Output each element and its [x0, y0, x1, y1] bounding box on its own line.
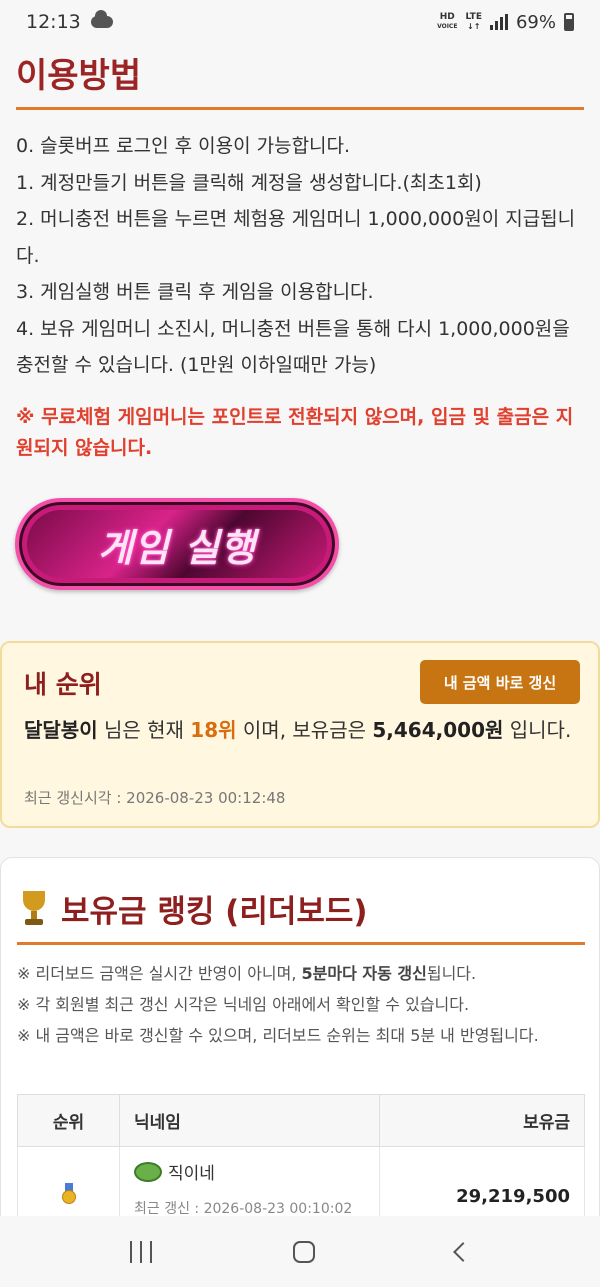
- rank-text-part: 님은 현재: [97, 718, 191, 742]
- leaderboard-note: ※ 리더보드 금액은 실시간 반영이 아니며, 5분마다 자동 갱신됩니다.: [17, 958, 585, 989]
- data-arrows: ↓↑: [467, 22, 481, 31]
- signal-icon: [489, 14, 508, 30]
- battery-icon: [564, 13, 574, 31]
- back-icon[interactable]: [452, 1241, 473, 1262]
- my-rank-title: 내 순위: [24, 670, 102, 699]
- member-grade-icon: [134, 1161, 162, 1182]
- rank-text-part: 이며, 보유금은: [236, 718, 373, 742]
- usage-line: 1. 계정만들기 버튼을 클릭해 계정을 생성합니다.(최초1회): [16, 171, 482, 194]
- nickname-updated: 최근 갱신 : 2026-08-23 00:10:02: [134, 1201, 353, 1216]
- usage-line: 2. 머니충전 버튼을 누르면 체험용 게임머니 1,000,000원이 지급됩…: [16, 208, 576, 267]
- free-money-notice: ※ 무료체험 게임머니는 포인트로 전환되지 않으며, 입금 및 출금은 지원되…: [16, 406, 574, 459]
- table-row: 직이네 최근 갱신 : 2026-08-23 00:10:02 29,219,5…: [17, 1146, 585, 1216]
- home-icon[interactable]: [292, 1240, 315, 1263]
- note-emphasis: 5분마다 자동 갱신: [301, 964, 427, 983]
- table-header-row: 순위 닉네임 보유금: [17, 1094, 585, 1147]
- leaderboard-header: 보유금 랭킹 (리더보드): [19, 886, 368, 931]
- usage-line: 4. 보유 게임머니 소진시, 머니충전 버튼을 통해 다시 1,000,000…: [16, 317, 570, 377]
- rank-text-part: 입니다.: [503, 718, 572, 742]
- leaderboard-note: ※ 내 금액은 바로 갱신할 수 있으며, 리더보드 순위는 최대 5분 내 반…: [17, 1026, 539, 1045]
- leaderboard-table: 순위 닉네임 보유금 직이네 최근 갱신 : 2026-08-23 00:10:…: [17, 1094, 585, 1216]
- usage-divider: [16, 107, 584, 110]
- gold-medal-icon: [61, 1183, 77, 1205]
- nickname: 직이네: [168, 1164, 215, 1184]
- my-amount: 5,464,000원: [372, 718, 504, 742]
- leaderboard-note: ※ 각 회원별 최근 갱신 시각은 닉네임 아래에서 확인할 수 있습니다.: [17, 995, 470, 1014]
- lte-label: LTE: [465, 12, 482, 22]
- usage-line: 3. 게임실행 버튼 클릭 후 게임을 이용합니다.: [16, 281, 374, 303]
- usage-list: 0. 슬롯버프 로그인 후 이용이 가능합니다. 1. 계정만들기 버튼을 클릭…: [16, 128, 584, 384]
- status-right: HD VOICE LTE ↓↑ 69%: [437, 12, 574, 33]
- nickname-line: 직이네: [134, 1159, 379, 1184]
- lte-icon: LTE ↓↑: [465, 12, 482, 32]
- amount-cell: 29,219,500: [379, 1146, 585, 1216]
- refresh-my-amount-button[interactable]: 내 금액 바로 갱신: [420, 660, 580, 704]
- cloud-icon: [90, 10, 113, 28]
- battery-percent: 69%: [515, 11, 556, 33]
- nickname-cell: 직이네 최근 갱신 : 2026-08-23 00:10:02: [119, 1146, 380, 1216]
- hd-voice-icon: HD VOICE: [437, 13, 457, 31]
- my-nickname: 달달봉이: [24, 718, 98, 742]
- game-launch-label: 게임 실행: [97, 525, 257, 570]
- clock: 12:13: [26, 11, 81, 33]
- note-text: ※ 리더보드 금액은 실시간 반영이 아니며,: [17, 964, 302, 983]
- status-bar: 12:13 HD VOICE LTE ↓↑ 69%: [0, 0, 600, 44]
- my-rank-value: 18위: [190, 718, 237, 742]
- my-rank-box: 내 순위 내 금액 바로 갱신 달달봉이 님은 현재 18위 이며, 보유금은 …: [0, 641, 600, 828]
- hd-label: HD: [439, 12, 455, 22]
- column-header-amount: 보유금: [379, 1094, 585, 1147]
- my-rank-updated: 최근 갱신시각 : 2026-08-23 00:12:48: [24, 789, 286, 807]
- usage-line: 0. 슬롯버프 로그인 후 이용이 가능합니다.: [16, 135, 351, 157]
- leaderboard-divider: [17, 942, 585, 945]
- leaderboard-title: 보유금 랭킹 (리더보드): [61, 894, 368, 930]
- game-launch-button[interactable]: 게임 실행: [15, 498, 339, 590]
- system-nav-bar: [0, 1216, 600, 1287]
- leaderboard-notes: ※ 리더보드 금액은 실시간 반영이 아니며, 5분마다 자동 갱신됩니다. ※…: [17, 958, 585, 1051]
- column-header-nickname: 닉네임: [119, 1094, 380, 1147]
- voice-label: VOICE: [437, 23, 458, 30]
- column-header-rank: 순위: [17, 1094, 120, 1147]
- recent-apps-icon[interactable]: [130, 1240, 153, 1263]
- note-text: 됩니다.: [426, 964, 477, 983]
- usage-title: 이용방법: [16, 56, 142, 96]
- rank-cell: [17, 1146, 120, 1216]
- leaderboard-card: 보유금 랭킹 (리더보드) ※ 리더보드 금액은 실시간 반영이 아니며, 5분…: [0, 857, 600, 1216]
- status-left: 12:13: [26, 10, 113, 33]
- page-content: 이용방법 0. 슬롯버프 로그인 후 이용이 가능합니다. 1. 계정만들기 버…: [0, 44, 600, 1216]
- trophy-icon: [19, 890, 49, 927]
- my-rank-text: 달달봉이 님은 현재 18위 이며, 보유금은 5,464,000원 입니다.: [24, 715, 584, 746]
